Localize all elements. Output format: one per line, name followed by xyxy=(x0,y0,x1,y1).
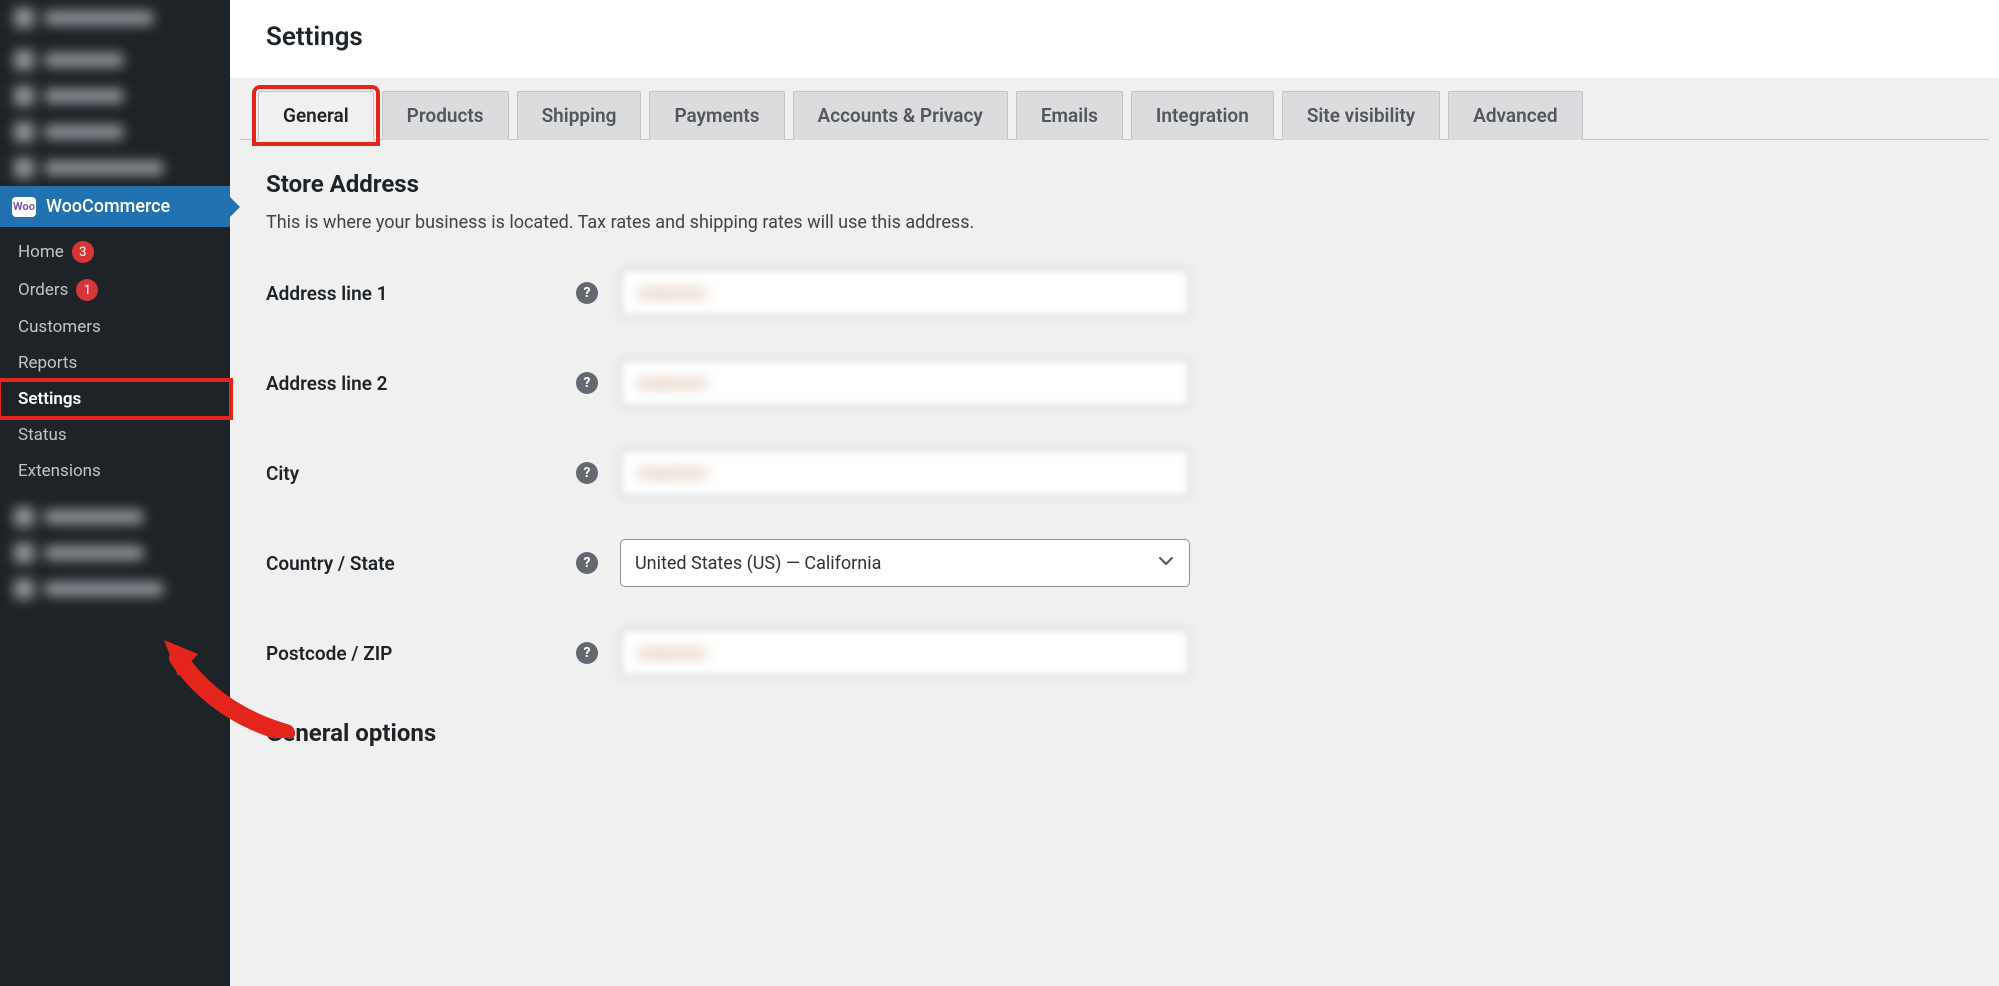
count-badge: 3 xyxy=(72,241,94,263)
sidebar-parent-woocommerce[interactable]: Woo WooCommerce xyxy=(0,186,230,227)
sidebar-item-blurred[interactable] xyxy=(0,150,230,186)
address-line-1-input[interactable] xyxy=(620,269,1190,317)
sidebar-item-blurred[interactable] xyxy=(0,571,230,607)
tab-site-visibility[interactable]: Site visibility xyxy=(1282,91,1440,140)
tab-emails[interactable]: Emails xyxy=(1016,91,1123,140)
tab-label: Shipping xyxy=(542,104,617,127)
tab-general[interactable]: General xyxy=(258,91,374,140)
section-heading: General options xyxy=(266,719,1963,747)
sidebar-item-label: Home xyxy=(18,242,64,262)
sidebar-item-status[interactable]: Status xyxy=(0,417,230,453)
tab-payments[interactable]: Payments xyxy=(649,91,784,140)
tab-label: Products xyxy=(407,104,484,127)
postcode-input[interactable] xyxy=(620,629,1190,677)
address-line-2-input[interactable] xyxy=(620,359,1190,407)
woocommerce-icon: Woo xyxy=(12,197,36,217)
sidebar-item-label: Orders xyxy=(18,280,68,300)
tab-label: Site visibility xyxy=(1307,104,1415,127)
field-label: Postcode / ZIP xyxy=(266,642,576,665)
sidebar-item-label: Reports xyxy=(18,353,77,373)
sidebar-item-label: Settings xyxy=(18,389,81,409)
settings-content: General Products Shipping Payments Accou… xyxy=(230,78,1999,986)
sidebar-item-blurred[interactable] xyxy=(0,42,230,78)
admin-sidebar: Woo WooCommerce Home 3 Orders 1 Customer… xyxy=(0,0,230,986)
sidebar-item-orders[interactable]: Orders 1 xyxy=(0,271,230,309)
field-label: Address line 2 xyxy=(266,372,576,395)
help-icon[interactable]: ? xyxy=(576,552,598,574)
tab-label: Accounts & Privacy xyxy=(818,104,983,127)
section-heading: Store Address xyxy=(266,170,1963,198)
country-state-select[interactable]: United States (US) — California xyxy=(620,539,1190,587)
row-address-line-2: Address line 2 ? xyxy=(266,359,1963,407)
tab-label: Emails xyxy=(1041,104,1098,127)
help-icon[interactable]: ? xyxy=(576,372,598,394)
section-description: This is where your business is located. … xyxy=(266,212,1963,233)
tab-shipping[interactable]: Shipping xyxy=(517,91,642,140)
row-address-line-1: Address line 1 ? xyxy=(266,269,1963,317)
row-postcode: Postcode / ZIP ? xyxy=(266,629,1963,677)
tab-label: Payments xyxy=(674,104,759,127)
sidebar-item-label: Status xyxy=(18,425,67,445)
tab-label: Integration xyxy=(1156,104,1249,127)
tab-label: Advanced xyxy=(1473,104,1557,127)
woocommerce-submenu: Home 3 Orders 1 Customers Reports Settin… xyxy=(0,227,230,499)
sidebar-item-extensions[interactable]: Extensions xyxy=(0,453,230,489)
sidebar-item-blurred[interactable] xyxy=(0,535,230,571)
help-icon[interactable]: ? xyxy=(576,642,598,664)
sidebar-item-blurred[interactable] xyxy=(0,499,230,535)
sidebar-item-home[interactable]: Home 3 xyxy=(0,233,230,271)
row-country-state: Country / State ? United States (US) — C… xyxy=(266,539,1963,587)
sidebar-item-reports[interactable]: Reports xyxy=(0,345,230,381)
selected-value: United States (US) — California xyxy=(635,553,881,574)
help-icon[interactable]: ? xyxy=(576,282,598,304)
sidebar-item-blurred[interactable] xyxy=(0,0,230,36)
sidebar-item-settings[interactable]: Settings xyxy=(0,381,230,417)
sidebar-item-blurred[interactable] xyxy=(0,78,230,114)
settings-tabs: General Products Shipping Payments Accou… xyxy=(240,78,1989,140)
tab-integration[interactable]: Integration xyxy=(1131,91,1274,140)
page-header: Settings xyxy=(230,0,1999,78)
tab-label: General xyxy=(283,104,349,127)
field-label: Address line 1 xyxy=(266,282,576,305)
sidebar-parent-label: WooCommerce xyxy=(46,196,170,217)
main-content: Settings General Products Shipping Payme… xyxy=(230,0,1999,986)
tab-advanced[interactable]: Advanced xyxy=(1448,91,1582,140)
field-label: City xyxy=(266,462,576,485)
sidebar-item-blurred[interactable] xyxy=(0,114,230,150)
count-badge: 1 xyxy=(76,279,98,301)
row-city: City ? xyxy=(266,449,1963,497)
field-label: Country / State xyxy=(266,552,576,575)
city-input[interactable] xyxy=(620,449,1190,497)
page-title: Settings xyxy=(266,22,1963,52)
sidebar-item-customers[interactable]: Customers xyxy=(0,309,230,345)
tab-accounts-privacy[interactable]: Accounts & Privacy xyxy=(793,91,1008,140)
tab-products[interactable]: Products xyxy=(382,91,509,140)
sidebar-item-label: Customers xyxy=(18,317,101,337)
general-settings-panel: Store Address This is where your busines… xyxy=(240,140,1989,781)
help-icon[interactable]: ? xyxy=(576,462,598,484)
sidebar-item-label: Extensions xyxy=(18,461,101,481)
